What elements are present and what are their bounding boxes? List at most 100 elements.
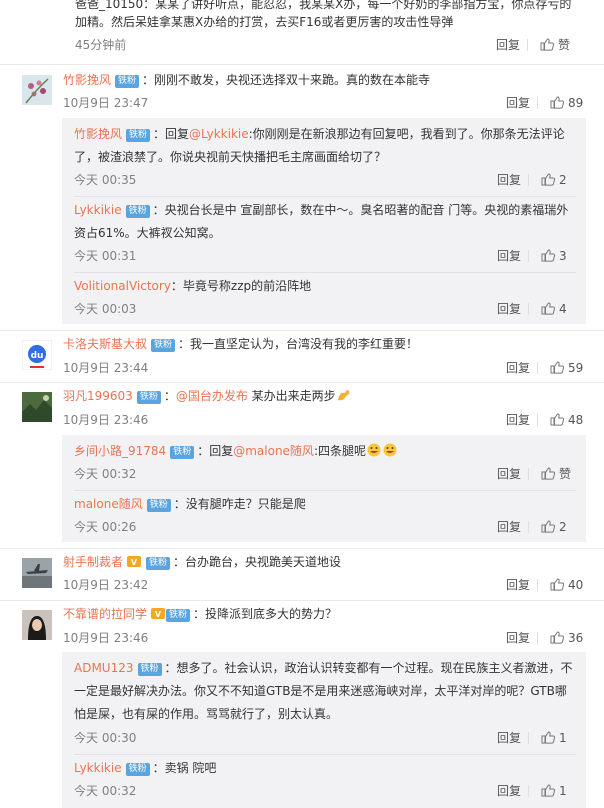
mention-link[interactable]: @malone随风 (233, 444, 314, 458)
separator (74, 490, 576, 491)
like-button[interactable]: 36 (550, 631, 583, 647)
like-button[interactable]: 59 (550, 361, 583, 377)
comment-time: 10月9日 23:42 (63, 578, 149, 592)
vip-crown-icon: V (126, 554, 142, 568)
reply-body: ：毕竟号称zzp的前沿阵地 (170, 279, 312, 293)
comment-text: 不靠谱的拉同学 V 铁粉 ：投降派到底多大的势力？ (63, 604, 584, 624)
separator (0, 548, 604, 549)
username-link[interactable]: VolitionalVictory (74, 279, 171, 293)
reply-text-line-2: 资占61%。大裤衩公知窝。 (74, 226, 221, 240)
reply-button[interactable]: 回复 (497, 173, 521, 187)
reply-list: ADMU123 铁粉 ：想多了。社会认识，政治认识转变都有一个过程。现在民族主义者激… (62, 652, 586, 808)
reply-text: Lykkikie 铁粉 ：卖锅 院吧 (74, 758, 576, 778)
username-link[interactable]: 不靠谱的拉同学 (63, 607, 147, 621)
separator (74, 272, 576, 273)
fan-badge: 铁粉 (125, 205, 150, 218)
username-link[interactable]: 羽凡199603 (63, 389, 133, 403)
username-link[interactable]: 射手制裁者 (63, 555, 123, 569)
like-count: 2 (559, 520, 567, 534)
username-link[interactable]: Lykkikie (74, 203, 122, 217)
divider (528, 785, 529, 797)
reply-text: 乡间小路_91784 铁粉 ：回复@malone随风:四条腿呢 (74, 441, 576, 461)
like-button[interactable]: 48 (550, 413, 583, 429)
reply-text-line-2: 了，被渣浪禁了。你说央视前天快播把毛主席画面给切了？ (74, 150, 387, 164)
comment-time: 10月9日 23:46 (63, 413, 149, 427)
comment-body: ：台办跪台，央视跪美天道地设 (173, 555, 342, 569)
divider (537, 632, 538, 644)
like-count: 1 (559, 784, 567, 798)
username-link[interactable]: 竹影挽风 (74, 127, 122, 141)
reply-prefix: ：回复 (197, 444, 234, 458)
avatar[interactable] (22, 610, 52, 640)
reply-button[interactable]: 回复 (497, 467, 521, 481)
reply-body: ：央视台长是中 宣副部长，数在中～。臭名昭著的配音 门等。央视的素福瑞外 (152, 203, 569, 217)
separator (74, 196, 576, 197)
comment-text: 卡洛夫斯基大叔 铁粉 ：我一直坚定认为，台湾没有我的李红重要！ (63, 334, 584, 354)
username-link[interactable]: Lykkikie (74, 761, 122, 775)
reply-button[interactable]: 回复 (506, 631, 530, 645)
comment-panel: 爸爸_10150：某某了讲好听点，能忍忍，我某某X办，每一个好奶的李部指方宝，你… (0, 0, 604, 808)
like-button[interactable]: 赞 (540, 38, 570, 54)
like-button[interactable]: 赞 (541, 467, 571, 483)
like-count: 59 (568, 361, 584, 375)
divider (537, 414, 538, 426)
reply-body: :你刚刚是在新浪那边有回复吧，我看到了。你那条无法评论 (248, 127, 565, 141)
fan-badge: 铁粉 (146, 499, 171, 512)
avatar[interactable]: du (22, 340, 52, 370)
fan-badge: 铁粉 (146, 557, 171, 570)
username-link[interactable]: malone随风 (74, 497, 143, 511)
like-button[interactable]: 1 (541, 784, 567, 800)
like-button[interactable]: 2 (541, 173, 567, 189)
comment-body: ：投降派到底多大的势力？ (193, 607, 338, 621)
comment-body: ：刚刚不敢发，央视还选择双十来跪。真的数在本能寺 (142, 73, 431, 87)
like-count: 48 (568, 413, 584, 427)
like-button[interactable]: 2 (541, 520, 567, 536)
reply-button[interactable]: 回复 (506, 96, 530, 110)
reply-time: 今天 00:30 (74, 731, 137, 745)
reply-list: 乡间小路_91784 铁粉 ：回复@malone随风:四条腿呢 今天 00:32 回… (62, 435, 586, 542)
like-count: 1 (559, 731, 567, 745)
reply-button[interactable]: 回复 (497, 520, 521, 534)
username-link[interactable]: 乡间小路_91784 (74, 444, 166, 458)
reply-button[interactable]: 回复 (497, 731, 521, 745)
comment-text: 竹影挽风 铁粉 ：刚刚不敢发，央视还选择双十来跪。真的数在本能寺 (63, 70, 584, 90)
reply-button[interactable]: 回复 (497, 302, 521, 316)
reply-time: 今天 00:35 (74, 173, 137, 187)
username-link[interactable]: ADMU123 (74, 661, 134, 675)
avatar[interactable] (22, 75, 52, 105)
comment-prefix: ： (163, 389, 176, 403)
mention-link[interactable]: @Lykkikie (189, 127, 249, 141)
like-button[interactable]: 1 (541, 731, 567, 747)
reply-text: VolitionalVictory：毕竟号称zzp的前沿阵地 (74, 276, 576, 296)
svg-text:du: du (31, 351, 44, 361)
thumbs-up-icon (541, 731, 556, 747)
reply-button[interactable]: 回复 (506, 578, 530, 592)
divider (537, 579, 538, 591)
reply-body: ：卖锅 院吧 (152, 761, 217, 775)
like-count: 89 (568, 96, 584, 110)
separator (0, 330, 604, 331)
like-button[interactable]: 89 (550, 96, 583, 112)
like-count: 36 (568, 631, 584, 645)
mention-link[interactable]: @国台办发布 (176, 389, 248, 403)
avatar[interactable] (22, 392, 52, 422)
username-link[interactable]: 竹影挽风 (63, 73, 111, 87)
reply-button[interactable]: 回复 (496, 38, 520, 52)
like-button[interactable]: 3 (541, 249, 567, 265)
reply-button[interactable]: 回复 (497, 784, 521, 798)
reply-button[interactable]: 回复 (506, 361, 530, 375)
reply-time: 今天 00:32 (74, 467, 137, 481)
reply-body: ：没有腿咋走？只能是爬 (173, 497, 306, 511)
reply-button[interactable]: 回复 (497, 249, 521, 263)
like-button[interactable]: 40 (550, 578, 583, 594)
grin-emoji-icon (366, 443, 382, 457)
avatar[interactable] (22, 558, 52, 588)
thumbs-up-icon (540, 38, 555, 54)
username-link[interactable]: 卡洛夫斯基大叔 (63, 337, 147, 351)
like-button[interactable]: 4 (541, 302, 567, 318)
reply-button[interactable]: 回复 (506, 413, 530, 427)
thumbs-up-icon (541, 302, 556, 318)
reply-text: 竹影挽风 铁粉 ：回复@Lykkikie:你刚刚是在新浪那边有回复吧，我看到了。你那… (74, 124, 576, 144)
fan-badge: 铁粉 (125, 763, 150, 776)
like-label: 赞 (559, 467, 572, 481)
